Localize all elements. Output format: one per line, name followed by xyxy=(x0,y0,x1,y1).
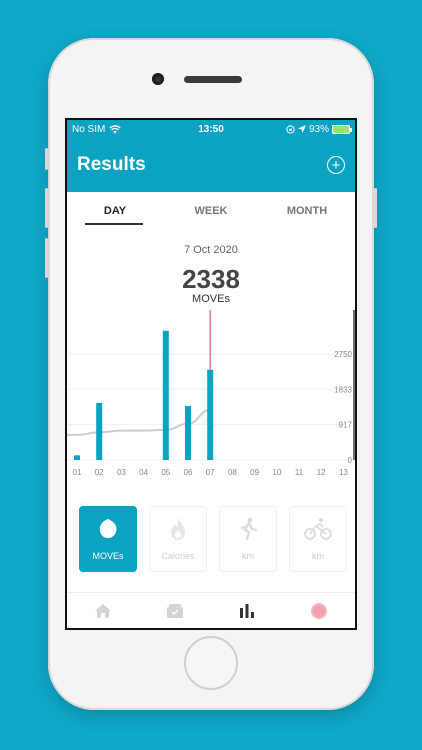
bar-05[interactable] xyxy=(162,330,169,460)
app-header: Results + xyxy=(67,138,355,192)
x-tick-label: 05 xyxy=(161,468,170,477)
tab-day[interactable]: DAY xyxy=(67,205,163,217)
x-tick-label: 07 xyxy=(206,468,215,477)
x-tick-label: 13 xyxy=(339,468,348,477)
battery-icon xyxy=(332,124,352,134)
walking-icon xyxy=(240,517,258,541)
calories-flame-icon xyxy=(171,518,185,540)
app-screen: No SIM 13:50 93% Results + DAY WEEK MONT… xyxy=(65,118,357,630)
metric-card-walking-km[interactable]: km xyxy=(219,506,277,572)
home-button[interactable] xyxy=(184,636,238,690)
bar-07[interactable] xyxy=(207,369,214,460)
metric-card-calories[interactable]: Calories xyxy=(149,506,207,572)
y-tick-label: 2750 xyxy=(334,350,352,359)
mute-switch xyxy=(45,148,48,170)
period-tabs: DAY WEEK MONTH xyxy=(67,192,355,230)
nav-results[interactable] xyxy=(211,603,283,619)
page-title: Results xyxy=(77,154,146,175)
moves-drop-icon xyxy=(99,519,117,539)
metric-card-label: km xyxy=(312,551,324,561)
bar-02[interactable] xyxy=(96,402,103,460)
metric-card-label: MOVEs xyxy=(92,551,124,561)
plus-icon: + xyxy=(331,156,341,174)
x-tick-label: 12 xyxy=(317,468,326,477)
nav-inbox[interactable] xyxy=(139,603,211,619)
bottom-nav xyxy=(67,592,355,628)
active-tab-indicator xyxy=(85,223,143,225)
nav-record[interactable] xyxy=(283,602,355,620)
y-tick-label: 1833 xyxy=(334,385,352,394)
bar-06[interactable] xyxy=(185,406,191,460)
y-tick-label: 917 xyxy=(339,421,353,430)
total-unit: MOVEs xyxy=(192,293,230,305)
home-icon xyxy=(95,603,111,618)
metric-card-label: Calories xyxy=(161,551,195,561)
x-tick-label: 09 xyxy=(250,468,259,477)
status-time: 13:50 xyxy=(198,123,224,135)
power-button xyxy=(374,188,377,228)
earpiece-speaker xyxy=(184,76,242,83)
metric-cards: MOVEs Calories km km xyxy=(79,506,347,572)
status-bar: No SIM 13:50 93% xyxy=(67,120,355,138)
cycling-icon xyxy=(304,517,332,540)
metric-card-label: km xyxy=(242,551,254,561)
nav-home[interactable] xyxy=(67,603,139,619)
x-tick-label: 04 xyxy=(139,468,148,477)
x-tick-label: 02 xyxy=(95,468,104,477)
x-tick-label: 11 xyxy=(295,468,304,477)
add-button[interactable]: + xyxy=(327,156,345,174)
x-tick-label: 01 xyxy=(73,468,82,477)
moves-bar-chart[interactable]: 0 917 1833 2750 01 02 03 04 05 06 07 08 09 10 11 12 13 xyxy=(67,310,357,485)
inbox-icon xyxy=(167,603,183,618)
metric-card-moves[interactable]: MOVEs xyxy=(79,506,137,572)
x-tick-label: 08 xyxy=(228,468,237,477)
bar-01[interactable] xyxy=(74,455,80,460)
y-tick-label: 0 xyxy=(348,456,353,465)
selected-date: 7 Oct 2020 xyxy=(184,244,238,256)
total-value: 2338 xyxy=(182,264,240,294)
metric-card-cycling-km[interactable]: km xyxy=(289,506,347,572)
record-icon xyxy=(311,602,327,619)
phone-frame: No SIM 13:50 93% Results + DAY WEEK MONT… xyxy=(45,38,377,710)
x-tick-label: 10 xyxy=(272,468,281,477)
results-chart-icon xyxy=(240,603,254,618)
volume-up-button xyxy=(45,188,48,228)
tab-week[interactable]: WEEK xyxy=(163,205,259,217)
x-tick-label: 03 xyxy=(117,468,126,477)
tab-month[interactable]: MONTH xyxy=(259,205,355,217)
front-camera xyxy=(152,73,164,85)
volume-down-button xyxy=(45,238,48,278)
x-tick-label: 06 xyxy=(184,468,193,477)
